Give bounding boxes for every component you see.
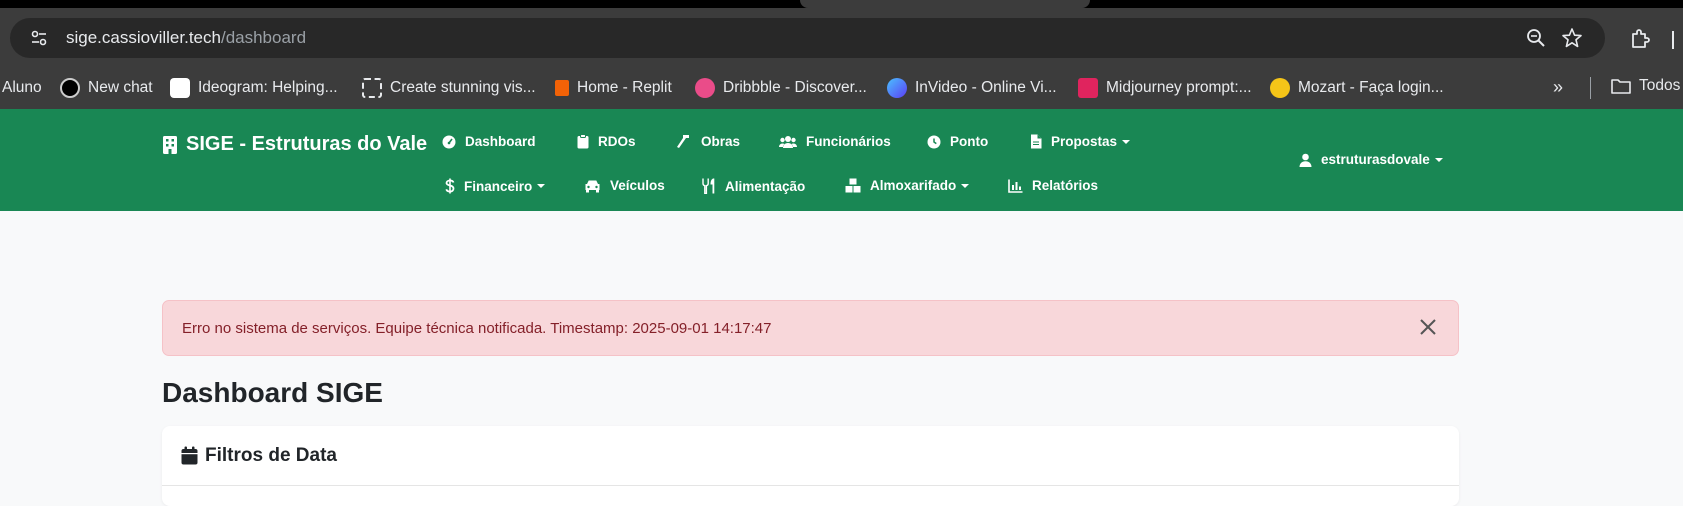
bookmark-midjourney[interactable]: Midjourney prompt:...: [1078, 77, 1252, 99]
clipboard-icon: [577, 134, 589, 149]
bookmark-label: Ideogram: Helping...: [198, 79, 338, 96]
nav-propostas[interactable]: Propostas: [1030, 134, 1131, 149]
clock-icon: [927, 135, 941, 148]
chevron-down-icon: [537, 184, 546, 188]
nav-label: Ponto: [950, 134, 989, 149]
hammer-icon: [677, 135, 689, 148]
frame-icon: [362, 78, 382, 98]
nav-veiculos[interactable]: Veículos: [584, 178, 665, 193]
ideogram-icon: [170, 78, 190, 98]
users-icon: [779, 135, 797, 148]
date-filters-card: Filtros de Data: [162, 426, 1459, 506]
chevron-down-icon: [961, 183, 970, 188]
bookmark-create-stunning[interactable]: Create stunning vis...: [362, 77, 536, 99]
nav-funcionarios[interactable]: Funcionários: [779, 134, 891, 149]
bookmark-ideogram[interactable]: Ideogram: Helping...: [170, 77, 338, 99]
folder-icon: [1611, 78, 1631, 94]
boxes-icon: [845, 178, 861, 193]
bookmark-label: Mozart - Faça login...: [1298, 79, 1444, 96]
nav-label: Veículos: [610, 178, 665, 193]
nav-dashboard[interactable]: Dashboard: [442, 134, 536, 149]
bookmarks-bar: Aluno New chat Ideogram: Helping... Crea…: [0, 68, 1683, 108]
browser-top-strip: [0, 0, 1683, 8]
nav-label: Funcionários: [806, 134, 891, 149]
bookmark-aluno[interactable]: Aluno: [2, 77, 42, 99]
dollar-icon: [445, 178, 455, 194]
nav-almoxarifado[interactable]: Almoxarifado: [845, 178, 970, 193]
building-icon: [163, 135, 177, 154]
address-bar[interactable]: sige.cassioviller.tech/dashboard: [10, 18, 1605, 58]
bookmark-new-chat[interactable]: New chat: [60, 77, 153, 99]
user-menu[interactable]: estruturasdovale: [1299, 152, 1443, 167]
file-icon: [1031, 134, 1042, 149]
alert-message: Erro no sistema de serviços. Equipe técn…: [182, 319, 772, 337]
nav-rdos[interactable]: RDOs: [577, 134, 636, 149]
nav-label: Almoxarifado: [870, 178, 957, 193]
url-host: sige.cassioviller.tech: [66, 28, 221, 47]
bookmark-label: Midjourney prompt:...: [1106, 79, 1252, 96]
main-navbar: SIGE - Estruturas do Vale Dashboard RDOs…: [0, 109, 1683, 211]
browser-chrome: sige.cassioviller.tech/dashboard Aluno N…: [0, 8, 1683, 109]
user-icon: [1299, 153, 1312, 167]
all-bookmarks-folder[interactable]: Todos: [1611, 77, 1680, 95]
bookmark-label: InVideo - Online Vi...: [915, 79, 1057, 96]
nav-label: Propostas: [1051, 134, 1118, 149]
nav-label: Relatórios: [1032, 178, 1099, 193]
toolbar-divider: [1672, 31, 1674, 49]
calendar-icon: [181, 446, 198, 465]
replit-icon: [555, 80, 569, 96]
bookmark-label: Home - Replit: [577, 79, 672, 96]
card-header: Filtros de Data: [162, 426, 1459, 486]
url-text[interactable]: sige.cassioviller.tech/dashboard: [66, 28, 306, 48]
nav-financeiro[interactable]: Financeiro: [445, 178, 546, 194]
nav-relatorios[interactable]: Relatórios: [1008, 178, 1098, 193]
more-bookmarks-button[interactable]: »: [1553, 77, 1563, 98]
mozart-icon: [1270, 78, 1290, 98]
chevron-down-icon: [1122, 139, 1131, 144]
brand-link[interactable]: SIGE - Estruturas do Vale: [162, 133, 427, 156]
utensils-icon: [702, 178, 715, 194]
url-path: /dashboard: [220, 28, 307, 47]
invideo-icon: [887, 78, 907, 98]
extensions-icon[interactable]: [1628, 27, 1652, 51]
bookmark-mozart[interactable]: Mozart - Faça login...: [1270, 77, 1444, 99]
bookmark-replit[interactable]: Home - Replit: [555, 77, 672, 99]
zoom-icon[interactable]: [1525, 27, 1547, 49]
card-title: Filtros de Data: [205, 444, 337, 466]
chevron-down-icon: [1434, 157, 1443, 162]
nav-obras[interactable]: Obras: [676, 134, 740, 149]
bookmark-label: Create stunning vis...: [390, 79, 536, 96]
page-title: Dashboard SIGE: [162, 377, 383, 408]
close-icon[interactable]: [1418, 317, 1438, 337]
nav-label: Financeiro: [464, 178, 533, 194]
nav-alimentacao[interactable]: Alimentação: [702, 178, 805, 194]
user-name: estruturasdovale: [1321, 152, 1430, 167]
bookmark-dribbble[interactable]: Dribbble - Discover...: [695, 77, 867, 99]
nav-label: Alimentação: [725, 178, 806, 194]
dashboard-icon: [442, 135, 456, 148]
nav-label: Dashboard: [465, 134, 536, 149]
bookmark-label: Aluno: [2, 79, 42, 96]
brand-label: SIGE - Estruturas do Vale: [186, 133, 428, 155]
openai-icon: [60, 78, 80, 98]
site-settings-icon[interactable]: [28, 27, 50, 49]
chart-icon: [1008, 179, 1023, 193]
active-tab-edge: [800, 0, 1090, 8]
bookmark-label: Dribbble - Discover...: [723, 79, 867, 96]
bookmark-star-icon[interactable]: [1561, 27, 1583, 49]
bookmark-invideo[interactable]: InVideo - Online Vi...: [887, 77, 1057, 99]
nav-ponto[interactable]: Ponto: [927, 134, 988, 149]
car-icon: [585, 180, 600, 192]
midjourney-icon: [1078, 78, 1098, 98]
folder-label: Todos: [1639, 77, 1681, 94]
error-alert: Erro no sistema de serviços. Equipe técn…: [162, 300, 1459, 356]
bookmarks-divider: [1590, 77, 1591, 99]
bookmark-label: New chat: [88, 79, 153, 96]
nav-label: Obras: [701, 134, 741, 149]
dribbble-icon: [695, 78, 715, 98]
nav-label: RDOs: [598, 134, 636, 149]
